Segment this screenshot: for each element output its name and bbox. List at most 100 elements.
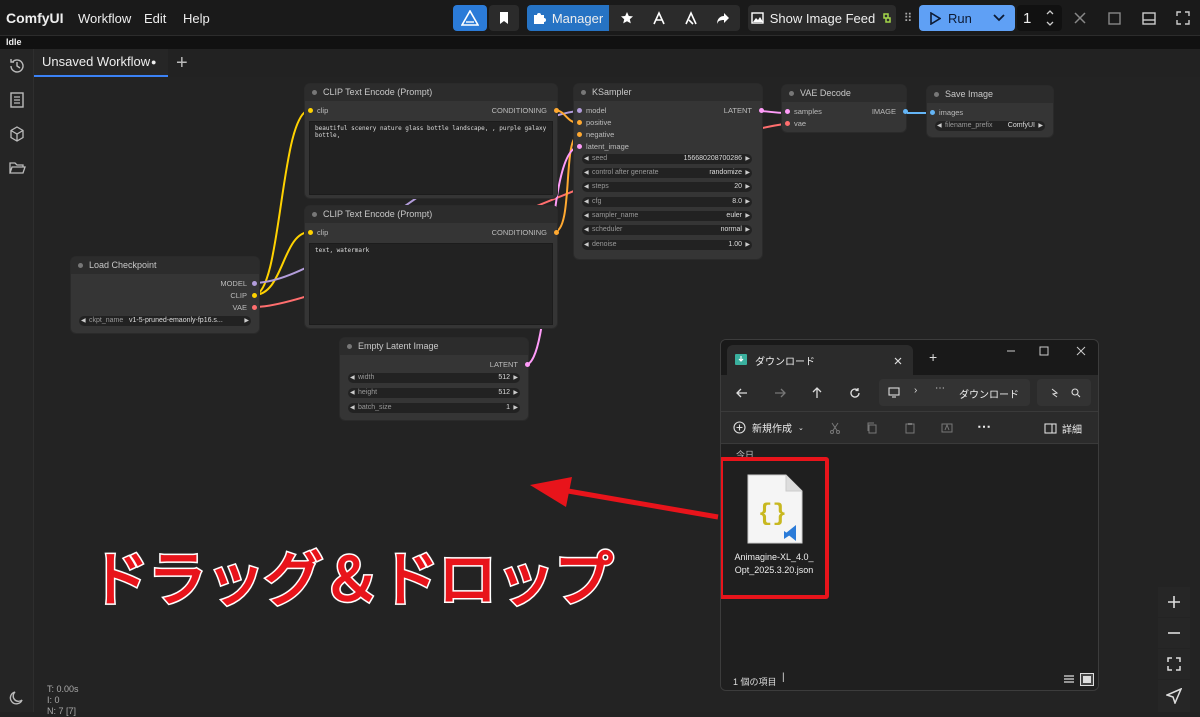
denoise-widget[interactable]: denoise 1.00 bbox=[582, 240, 752, 250]
tab-unsaved-workflow[interactable]: Unsaved Workflow ● bbox=[34, 49, 168, 77]
zoom-in-button[interactable] bbox=[1158, 587, 1190, 617]
chevron-down-icon[interactable] bbox=[993, 14, 1005, 22]
history-icon[interactable] bbox=[8, 57, 26, 75]
folder-open-icon[interactable] bbox=[8, 159, 26, 177]
new-button[interactable]: 新規作成 ⌄ bbox=[733, 420, 804, 435]
clip-output-slot[interactable] bbox=[252, 293, 257, 298]
prompt-textarea[interactable]: text, watermark bbox=[309, 243, 553, 325]
menu-help[interactable]: Help bbox=[183, 5, 210, 31]
model-output-slot[interactable] bbox=[252, 281, 257, 286]
json-file-icon: {} bbox=[747, 474, 803, 544]
queue-count-value: 1 bbox=[1023, 9, 1032, 27]
fullscreen-icon[interactable] bbox=[1175, 5, 1191, 31]
close-tab-icon[interactable] bbox=[894, 357, 902, 365]
close-icon[interactable] bbox=[1072, 5, 1088, 31]
more-options-icon[interactable]: ⋯ bbox=[977, 418, 991, 435]
window-close-icon[interactable] bbox=[1076, 346, 1086, 356]
node-clip-text-encode-positive[interactable]: CLIP Text Encode (Prompt) clip CONDITION… bbox=[305, 84, 559, 198]
model-output-label: MODEL bbox=[220, 279, 247, 288]
conditioning-output-slot[interactable] bbox=[554, 230, 559, 235]
details-pane-button[interactable]: 詳細 bbox=[1044, 421, 1082, 436]
sampler-name-widget[interactable]: sampler_name euler bbox=[582, 211, 752, 221]
scheduler-widget[interactable]: scheduler normal bbox=[582, 225, 752, 235]
node-title: Empty Latent Image bbox=[340, 338, 528, 355]
prompt-textarea[interactable]: beautiful scenery nature glass bottle la… bbox=[309, 121, 553, 195]
menu-edit[interactable]: Edit bbox=[144, 5, 166, 31]
positive-input-slot[interactable] bbox=[577, 120, 582, 125]
stop-icon[interactable] bbox=[1106, 5, 1122, 31]
negative-input-slot[interactable] bbox=[577, 132, 582, 137]
new-tab-icon[interactable]: + bbox=[929, 349, 937, 365]
control-after-generate-widget[interactable]: control after generate randomize bbox=[582, 168, 752, 178]
menu-workflow[interactable]: Workflow bbox=[78, 5, 131, 31]
width-widget[interactable]: width 512 bbox=[348, 373, 520, 383]
samples-input-slot[interactable] bbox=[785, 109, 790, 114]
height-widget[interactable]: height 512 bbox=[348, 388, 520, 398]
manager-button[interactable]: Manager bbox=[527, 5, 609, 31]
widget-label: control after generate bbox=[592, 169, 659, 176]
queue-list-icon[interactable] bbox=[8, 91, 26, 109]
clip-input-slot[interactable] bbox=[308, 230, 313, 235]
model-input-slot[interactable] bbox=[577, 108, 582, 113]
up-arrow-icon[interactable] bbox=[811, 387, 823, 399]
fisher-alt-icon[interactable] bbox=[684, 11, 698, 25]
image-output-slot[interactable] bbox=[903, 109, 908, 114]
list-view-icon[interactable] bbox=[1063, 674, 1075, 685]
images-input-slot[interactable] bbox=[930, 110, 935, 115]
filename-prefix-widget[interactable]: filename_prefix ComfyUI bbox=[935, 121, 1045, 131]
batch-size-widget[interactable]: batch_size 1 bbox=[348, 403, 520, 413]
star-icon[interactable] bbox=[620, 11, 634, 25]
conditioning-output-slot[interactable] bbox=[554, 108, 559, 113]
tile-view-icon[interactable] bbox=[1080, 673, 1094, 686]
add-tab-button[interactable]: + bbox=[176, 49, 196, 77]
queue-count-input[interactable]: 1 bbox=[1017, 5, 1062, 31]
zoom-out-button[interactable] bbox=[1158, 618, 1190, 648]
ellipsis-icon[interactable]: ⋯ bbox=[935, 383, 945, 394]
node-vae-decode[interactable]: VAE Decode samples vae IMAGE bbox=[782, 85, 908, 132]
ckpt-name-widget[interactable]: ckpt_name v1-5-pruned-emaonly-fp16.s... bbox=[79, 316, 251, 326]
drag-handle-icon[interactable]: ⠿ bbox=[903, 5, 913, 31]
moon-icon[interactable] bbox=[8, 689, 26, 707]
widget-value: normal bbox=[720, 226, 742, 233]
latent-output-slot[interactable] bbox=[525, 362, 530, 367]
node-clip-text-encode-negative[interactable]: CLIP Text Encode (Prompt) clip CONDITION… bbox=[305, 206, 559, 328]
vae-output-slot[interactable] bbox=[252, 305, 257, 310]
steps-widget[interactable]: steps 20 bbox=[582, 182, 752, 192]
copy-icon[interactable] bbox=[866, 422, 878, 434]
search-box[interactable] bbox=[1037, 379, 1091, 406]
stepper-icon[interactable] bbox=[1045, 7, 1055, 29]
latent-input-slot[interactable] bbox=[577, 144, 582, 149]
bottom-panel-icon[interactable] bbox=[1141, 5, 1157, 31]
refresh-icon[interactable] bbox=[849, 387, 861, 399]
rename-icon[interactable] bbox=[941, 422, 953, 434]
address-bar[interactable]: › ⋯ ダウンロード bbox=[879, 379, 1030, 406]
run-button[interactable]: Run bbox=[919, 5, 1015, 31]
forward-arrow-icon[interactable] bbox=[774, 387, 786, 399]
status-separator: | bbox=[782, 672, 785, 683]
node-save-image[interactable]: Save Image images filename_prefix ComfyUI bbox=[927, 86, 1053, 137]
bookmark-button[interactable] bbox=[489, 5, 519, 31]
latent-output-slot[interactable] bbox=[759, 108, 764, 113]
show-image-feed-button[interactable]: Show Image Feed bbox=[748, 5, 896, 31]
vae-input-slot[interactable] bbox=[785, 121, 790, 126]
node-empty-latent-image[interactable]: Empty Latent Image LATENT width 512 heigh… bbox=[340, 338, 530, 420]
back-arrow-icon[interactable] bbox=[736, 387, 748, 399]
seed-widget[interactable]: seed 156680208700286 bbox=[582, 154, 752, 164]
fisher-icon[interactable] bbox=[652, 11, 666, 25]
share-icon[interactable] bbox=[716, 11, 730, 25]
selected-file-item[interactable]: {} Animagine-XL_4.0_Opt_2025.3.20.json bbox=[721, 457, 829, 599]
cut-icon[interactable] bbox=[829, 422, 841, 434]
node-ksampler[interactable]: KSampler model positive negative latent_… bbox=[574, 84, 764, 259]
model-library-icon[interactable] bbox=[8, 125, 26, 143]
explorer-navbar: › ⋯ ダウンロード bbox=[721, 375, 1098, 411]
fit-view-button[interactable] bbox=[1158, 649, 1190, 679]
comfy-logo-button[interactable] bbox=[453, 5, 487, 31]
paste-icon[interactable] bbox=[904, 422, 916, 434]
explorer-tab[interactable]: ダウンロード bbox=[727, 345, 913, 375]
maximize-icon[interactable] bbox=[1039, 346, 1049, 356]
clip-input-slot[interactable] bbox=[308, 108, 313, 113]
pan-mode-button[interactable] bbox=[1158, 680, 1190, 712]
cfg-widget[interactable]: cfg 8.0 bbox=[582, 197, 752, 207]
node-load-checkpoint[interactable]: Load Checkpoint MODEL CLIP VAE ckpt_name… bbox=[71, 257, 259, 333]
minimize-icon[interactable] bbox=[1006, 346, 1016, 356]
